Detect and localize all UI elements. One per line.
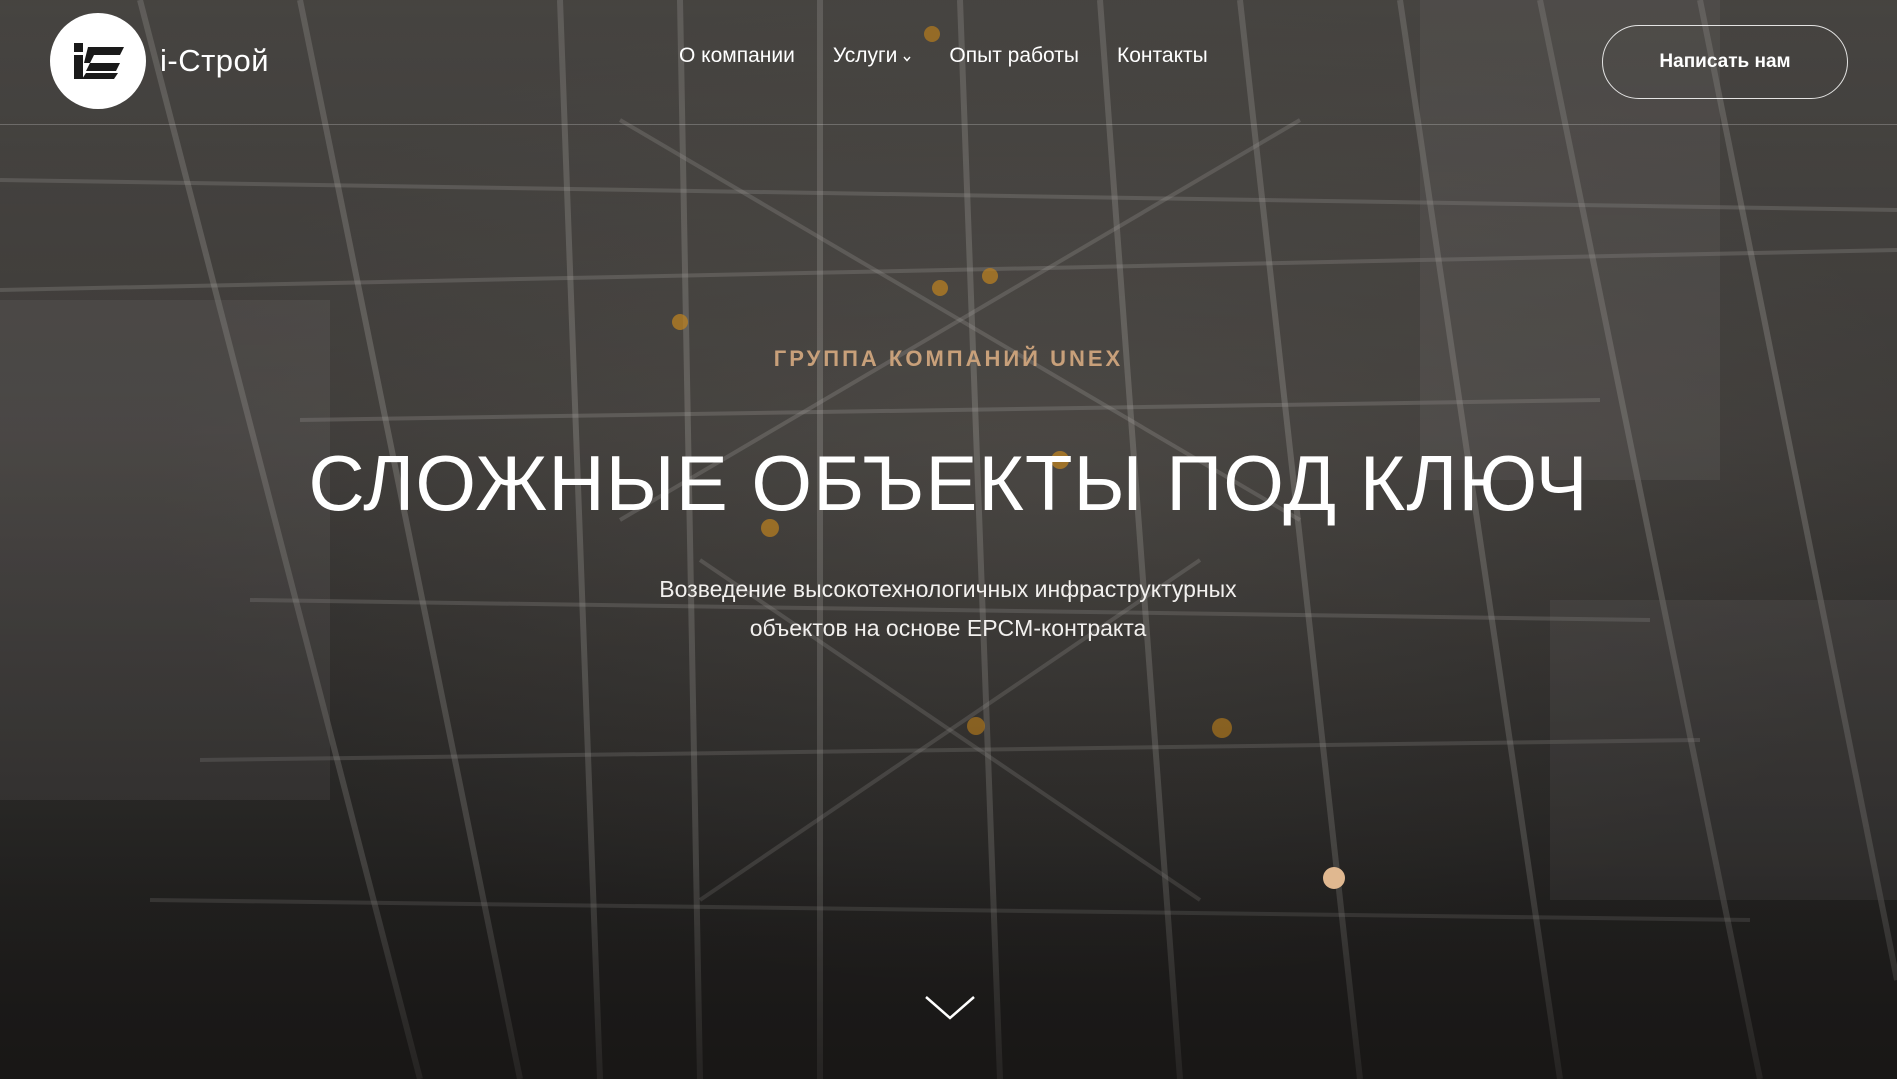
scroll-down-button[interactable] xyxy=(924,994,976,1022)
nav-item-label: О компании xyxy=(679,44,795,67)
brand-name: i-Строй xyxy=(160,43,270,78)
nav-item-services[interactable]: Услуги xyxy=(833,44,912,68)
nav-item-about[interactable]: О компании xyxy=(679,44,795,68)
logo-mark-icon xyxy=(74,43,124,79)
write-us-button[interactable]: Написать нам xyxy=(1602,25,1848,99)
nav-item-contacts[interactable]: Контакты xyxy=(1117,44,1208,68)
hero-overlay xyxy=(0,0,1897,1079)
hero-headline: СЛОЖНЫЕ ОБЪЕКТЫ ПОД КЛЮЧ xyxy=(308,439,1589,527)
logo-link[interactable]: i-Строй xyxy=(50,13,269,109)
nav-item-label: Контакты xyxy=(1117,44,1208,67)
chevron-down-icon xyxy=(903,44,911,68)
hero-subtitle: Возведение высокотехнологичных инфрастру… xyxy=(659,576,1237,641)
nav-item-label: Опыт работы xyxy=(949,44,1079,67)
hero-section: i-Строй О компании Услуги Опыт работы Ко… xyxy=(0,0,1897,1079)
main-nav: О компании Услуги Опыт работы Контакты xyxy=(679,44,1246,68)
nav-item-label: Услуги xyxy=(832,44,898,67)
hero-eyebrow: ГРУППА КОМПАНИЙ UNEX xyxy=(773,346,1124,371)
site-header: i-Строй О компании Услуги Опыт работы Ко… xyxy=(0,0,1897,125)
nav-item-experience[interactable]: Опыт работы xyxy=(949,44,1079,68)
logo-mark xyxy=(50,13,146,109)
chevron-down-icon xyxy=(925,996,975,1020)
slider-dot[interactable] xyxy=(1323,867,1345,889)
